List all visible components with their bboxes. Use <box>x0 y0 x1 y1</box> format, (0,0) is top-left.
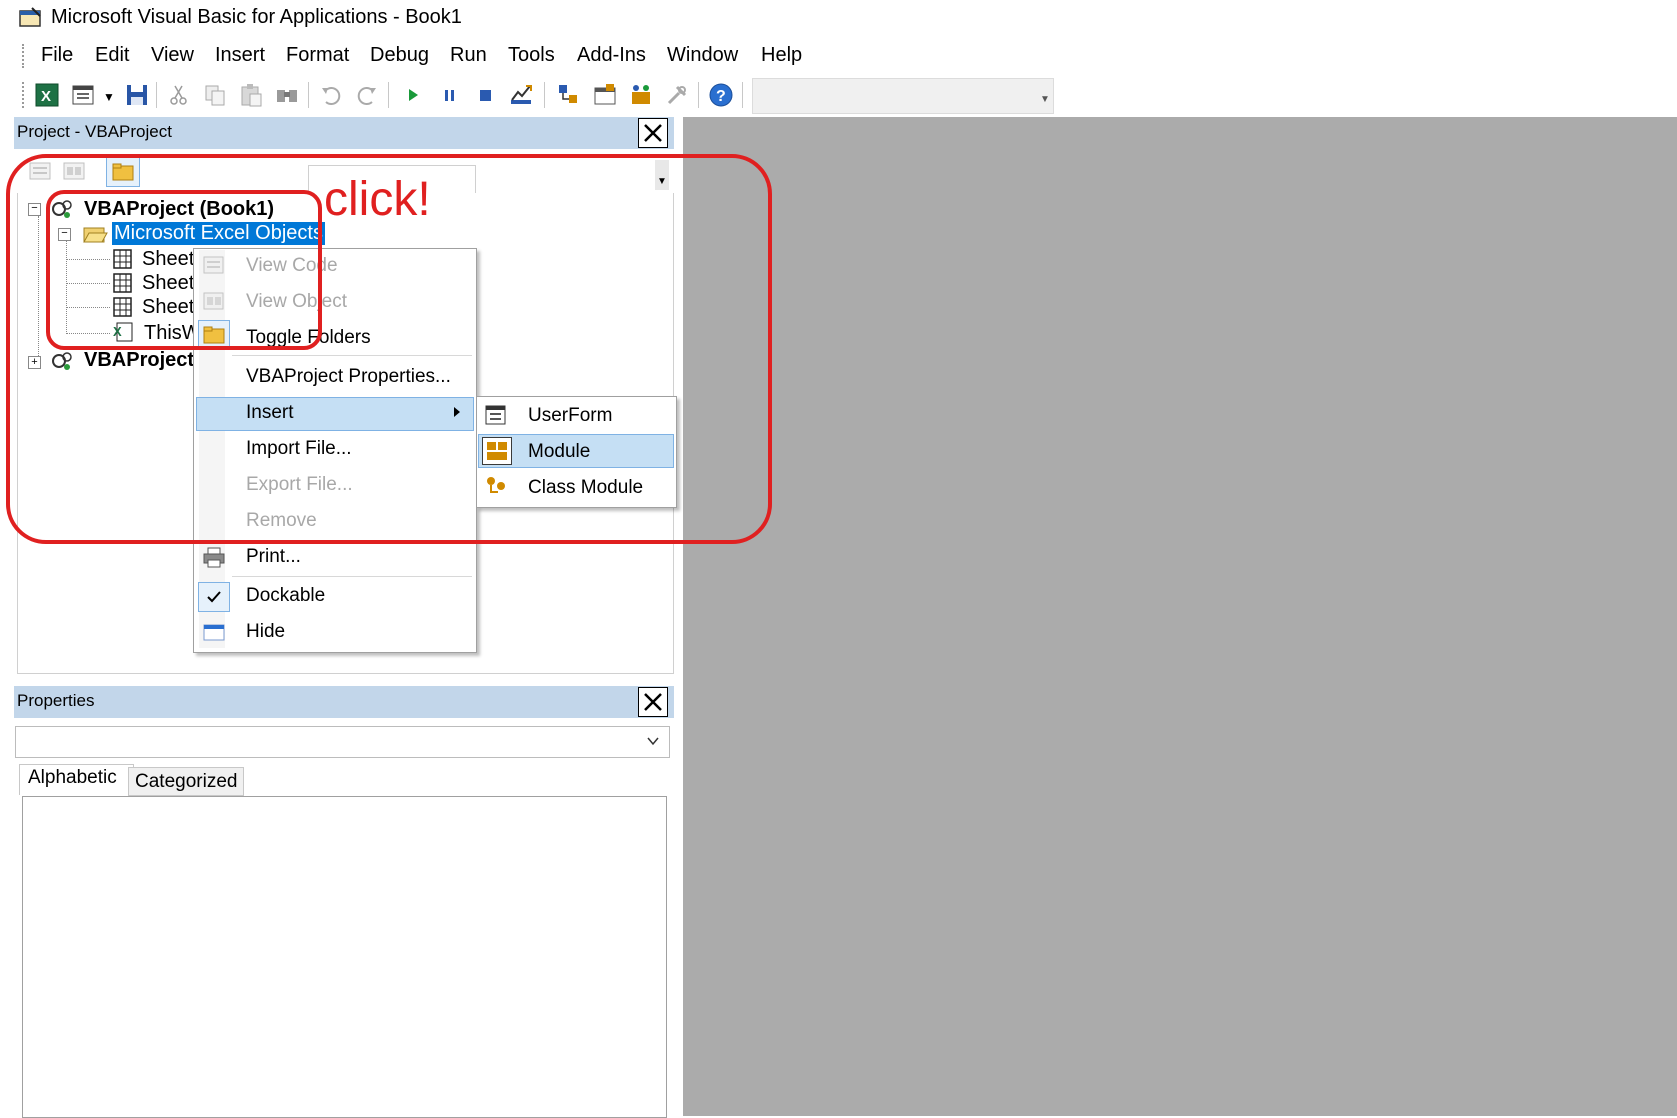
toolbox-icon[interactable] <box>664 82 690 108</box>
toolbar-separator <box>156 82 157 108</box>
toolbar-grip[interactable] <box>22 82 28 108</box>
cut-icon[interactable] <box>166 82 192 108</box>
toolbar-separator <box>698 82 699 108</box>
properties-grid[interactable] <box>22 796 667 1118</box>
dockable-check <box>198 582 230 612</box>
project-pane-title: Project - VBAProject <box>17 122 172 141</box>
undo-icon[interactable] <box>318 82 344 108</box>
tab-alphabetic[interactable]: Alphabetic <box>19 764 134 795</box>
menubar-grip[interactable] <box>22 44 28 68</box>
menu-run[interactable]: Run <box>450 44 487 67</box>
ctx-hide[interactable]: Hide <box>246 621 285 643</box>
project-pane-close-button[interactable] <box>638 118 668 148</box>
project-pane-header: Project - VBAProject <box>14 117 674 149</box>
menu-insert[interactable]: Insert <box>215 44 265 67</box>
window-title: Microsoft Visual Basic for Applications … <box>51 6 462 28</box>
toolbar-separator <box>388 82 389 108</box>
object-browser-icon[interactable] <box>628 82 654 108</box>
menu-tools[interactable]: Tools <box>508 44 555 67</box>
toolbar-separator <box>308 82 309 108</box>
redo-icon[interactable] <box>354 82 380 108</box>
svg-text:?: ? <box>716 88 726 105</box>
tab-categorized[interactable]: Categorized <box>128 767 244 796</box>
menu-debug[interactable]: Debug <box>370 44 429 67</box>
reset-icon[interactable] <box>472 82 498 108</box>
excel-icon[interactable]: X <box>34 82 60 108</box>
project-explorer-icon[interactable] <box>556 82 582 108</box>
properties-icon[interactable] <box>592 82 618 108</box>
insert-userform-icon[interactable] <box>70 82 96 108</box>
close-icon <box>644 124 662 142</box>
properties-object-dropdown[interactable] <box>15 726 670 758</box>
paste-icon[interactable] <box>238 82 264 108</box>
menu-view[interactable]: View <box>151 44 194 67</box>
hide-window-icon <box>202 622 226 642</box>
chevron-down-icon[interactable] <box>645 734 661 748</box>
svg-text:X: X <box>41 88 51 105</box>
properties-pane-close-button[interactable] <box>638 687 668 717</box>
menu-help[interactable]: Help <box>761 44 802 67</box>
ctx-dockable[interactable]: Dockable <box>246 585 325 607</box>
chevron-down-icon[interactable]: ▼ <box>103 90 115 104</box>
menu-separator <box>232 576 472 577</box>
print-icon <box>202 546 226 568</box>
properties-pane-header: Properties <box>14 686 674 718</box>
toolbar-separator <box>544 82 545 108</box>
code-workspace[interactable] <box>683 117 1677 1116</box>
save-icon[interactable] <box>124 82 150 108</box>
annotation-click-target-box <box>46 190 322 350</box>
ctx-print[interactable]: Print... <box>246 546 301 568</box>
menu-file[interactable]: File <box>41 44 73 67</box>
run-icon[interactable] <box>400 82 426 108</box>
menu-window[interactable]: Window <box>667 44 738 67</box>
design-mode-icon[interactable] <box>508 82 534 108</box>
checkmark-icon <box>207 591 221 603</box>
vba-app-icon <box>18 6 44 28</box>
find-icon[interactable] <box>274 82 300 108</box>
toolbar-location-combo[interactable] <box>752 78 1054 114</box>
toolbar-options-icon[interactable]: ▼ <box>1040 94 1050 105</box>
properties-pane-title: Properties <box>17 691 95 710</box>
copy-icon[interactable] <box>202 82 228 108</box>
menu-format[interactable]: Format <box>286 44 349 67</box>
menu-add-ins[interactable]: Add-Ins <box>577 44 646 67</box>
toolbar-separator <box>742 82 743 108</box>
close-icon <box>644 693 662 711</box>
annotation-label: click! <box>324 173 431 226</box>
help-icon[interactable]: ? <box>708 82 734 108</box>
break-icon[interactable] <box>437 82 463 108</box>
menu-edit[interactable]: Edit <box>95 44 129 67</box>
